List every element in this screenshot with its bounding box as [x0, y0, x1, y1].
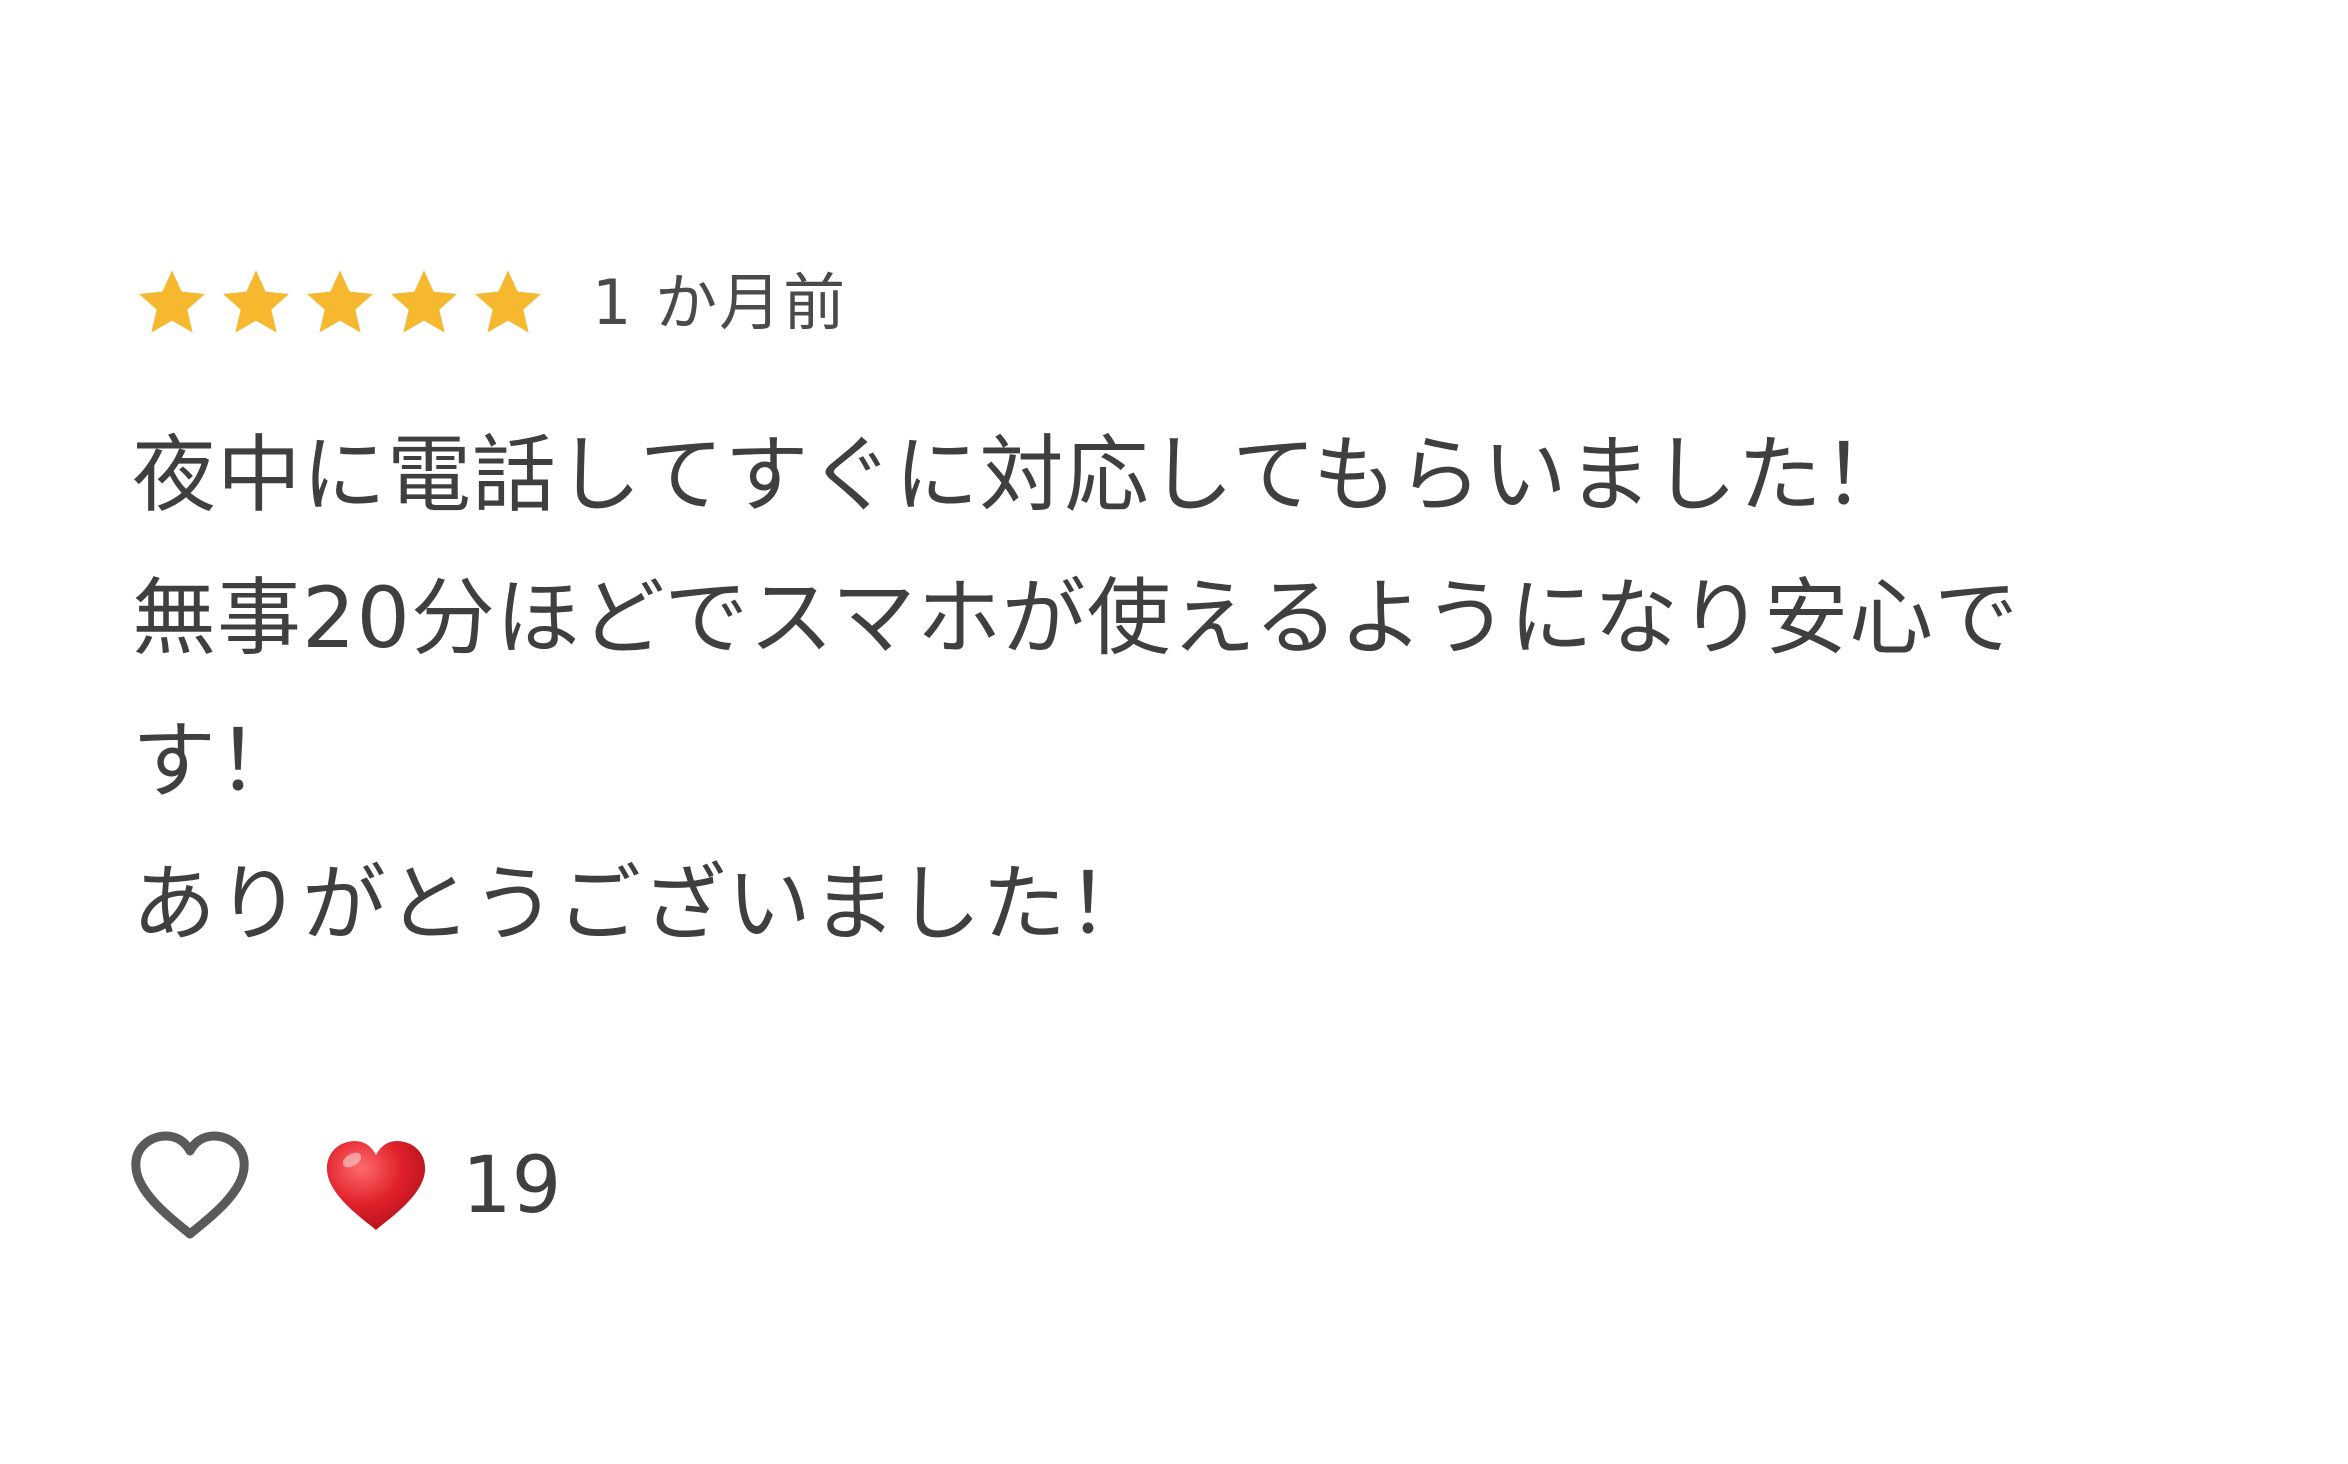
review-text-line: 夜中に電話してすぐに対応してもらいました！ [132, 426, 1908, 524]
star-icon [300, 263, 380, 343]
review-text-line: ありがとうございました！ [132, 855, 1153, 953]
review-text: 夜中に電話してすぐに対応してもらいました！ 無事20分ほどでスマホが使えるように… [132, 404, 2252, 976]
like-button[interactable] [128, 1130, 252, 1242]
reaction-summary[interactable]: 19 [324, 1138, 561, 1234]
review-meta: 1 か月前 [132, 262, 2252, 344]
star-rating [132, 263, 548, 343]
review-text-line: 無事20分ほどでスマホが使えるようになり安心で [132, 569, 2020, 667]
review-text-line: す！ [132, 712, 303, 810]
reaction-count: 19 [462, 1141, 562, 1231]
star-icon [132, 263, 212, 343]
star-icon [468, 263, 548, 343]
star-icon [216, 263, 296, 343]
heart-filled-icon [324, 1138, 428, 1234]
review-time: 1 か月前 [592, 266, 848, 339]
review-actions: 19 [128, 1126, 561, 1246]
review-card: 1 か月前 夜中に電話してすぐに対応してもらいました！ 無事20分ほどでスマホが… [132, 262, 2252, 976]
heart-outline-icon [131, 1131, 249, 1239]
star-icon [384, 263, 464, 343]
